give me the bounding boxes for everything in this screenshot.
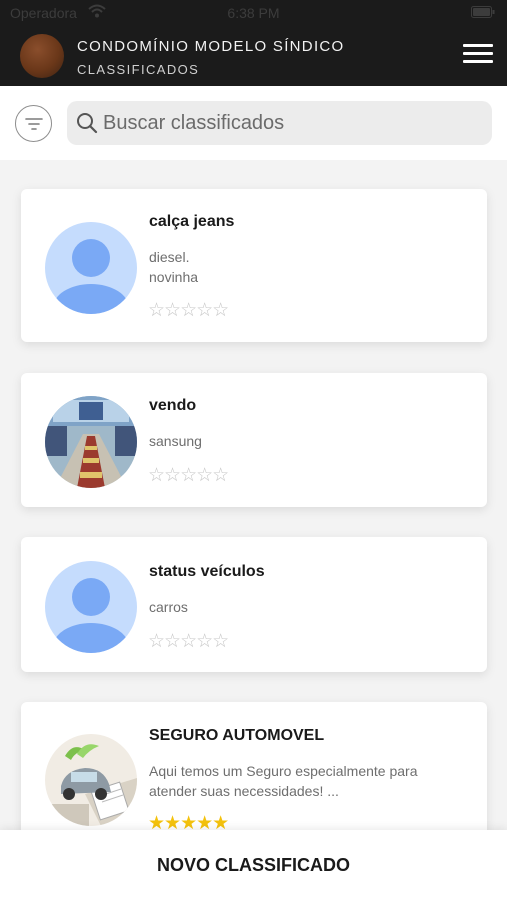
car-insurance-photo xyxy=(45,734,137,826)
rating-stars[interactable]: ☆☆☆☆☆ xyxy=(148,630,229,653)
item-description: sansung xyxy=(149,433,202,449)
item-description: Aqui temos um Seguro especialmente para … xyxy=(149,763,418,799)
header-title-block: CONDOMÍNIO MODELO SÍNDICO CLASSIFICADOS xyxy=(77,38,345,77)
rating-stars[interactable]: ★★★★★ xyxy=(148,812,229,830)
battery-icon xyxy=(471,6,495,18)
bottom-action-bar: NOVO CLASSIFICADO xyxy=(0,830,507,900)
default-avatar-icon xyxy=(45,561,137,653)
rating-stars[interactable]: ☆☆☆☆☆ xyxy=(148,464,229,487)
item-title: vendo xyxy=(149,397,197,414)
item-description: diesel. novinha xyxy=(149,249,199,285)
condo-avatar[interactable] xyxy=(20,34,64,78)
item-title: status veículos xyxy=(149,563,265,580)
new-classified-button[interactable]: NOVO CLASSIFICADO xyxy=(0,830,507,900)
filter-button[interactable] xyxy=(15,105,52,142)
list-item[interactable]: SEGURO AUTOMOVEL Aqui temos um Seguro es… xyxy=(21,702,487,830)
list-item[interactable]: status veículos carros ☆☆☆☆☆ xyxy=(21,537,487,672)
rating-stars[interactable]: ☆☆☆☆☆ xyxy=(148,299,229,322)
app-title: CONDOMÍNIO MODELO SÍNDICO xyxy=(77,38,345,55)
app-header: Operadora 6:38 PM CONDOMÍNIO MODELO SÍND… xyxy=(0,0,507,86)
classifieds-list[interactable]: calça jeans diesel. novinha ☆☆☆☆☆ vendo … xyxy=(0,160,507,830)
item-title: SEGURO AUTOMOVEL xyxy=(149,727,325,744)
item-title: calça jeans xyxy=(149,213,235,230)
page-subtitle: CLASSIFICADOS xyxy=(77,62,200,77)
clock: 6:38 PM xyxy=(227,5,280,21)
list-item[interactable]: vendo sansung ☆☆☆☆☆ xyxy=(21,373,487,507)
default-avatar-icon xyxy=(45,222,137,314)
search-box[interactable] xyxy=(67,101,492,145)
hall-photo xyxy=(45,396,137,488)
list-item[interactable]: calça jeans diesel. novinha ☆☆☆☆☆ xyxy=(21,189,487,342)
item-description: carros xyxy=(149,599,188,615)
search-input[interactable] xyxy=(103,101,483,145)
search-icon xyxy=(77,113,98,134)
filter-icon xyxy=(25,118,43,130)
hamburger-menu-icon[interactable] xyxy=(463,44,493,66)
status-bar: Operadora 6:38 PM xyxy=(0,0,507,26)
search-bar-area xyxy=(0,86,507,160)
